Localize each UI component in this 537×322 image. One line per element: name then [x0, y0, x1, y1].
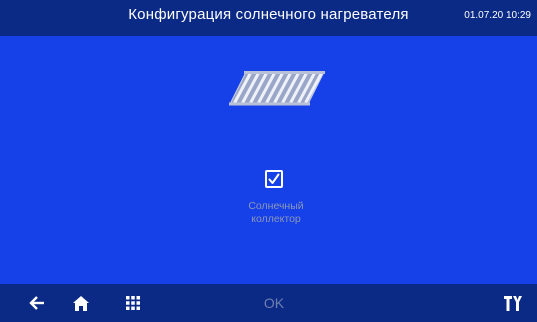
label-line-1: Солнечный — [248, 200, 304, 212]
screen: Конфигурация солнечного нагревателя 01.0… — [0, 0, 537, 322]
back-button[interactable] — [22, 284, 52, 322]
solar-collector-icon — [229, 71, 325, 106]
menu-button[interactable] — [118, 284, 148, 322]
footer-bar: OK — [0, 284, 537, 322]
header-bar: Конфигурация солнечного нагревателя 01.0… — [0, 0, 537, 36]
ok-label: OK — [263, 295, 285, 311]
arrow-left-icon — [29, 296, 44, 310]
tools-icon — [504, 295, 522, 311]
grid-icon — [126, 296, 140, 310]
main-content: Солнечный коллектор — [0, 36, 537, 284]
tools-button[interactable] — [498, 284, 528, 322]
home-icon — [73, 295, 89, 311]
label-line-2: коллектор — [251, 213, 301, 225]
checkmark-icon — [268, 173, 280, 184]
home-button[interactable] — [66, 284, 96, 322]
solar-collector-label: Солнечный коллектор — [226, 200, 326, 226]
page-title: Конфигурация солнечного нагревателя — [128, 6, 409, 23]
datetime: 01.07.20 10:29 — [464, 10, 531, 21]
solar-collector-checkbox[interactable] — [265, 170, 283, 188]
ok-button[interactable]: OK — [254, 284, 294, 322]
